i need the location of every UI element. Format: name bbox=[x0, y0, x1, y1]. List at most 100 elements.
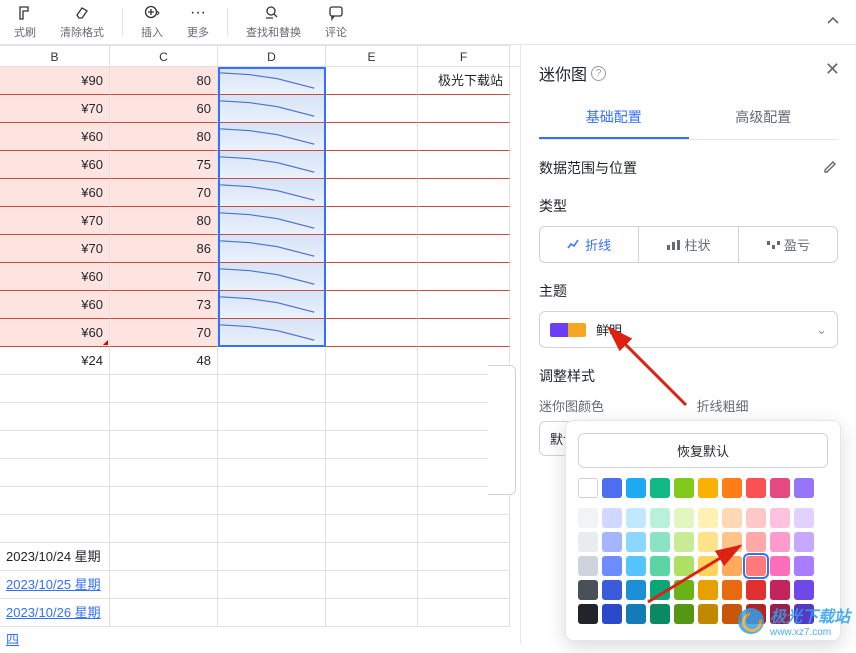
help-icon[interactable]: ? bbox=[591, 66, 606, 81]
color-swatch[interactable] bbox=[602, 556, 622, 576]
table-row[interactable]: ¥7086 bbox=[0, 235, 520, 263]
color-swatch[interactable] bbox=[746, 532, 766, 552]
sparkline-cell[interactable] bbox=[218, 151, 326, 179]
cell-c[interactable]: 80 bbox=[110, 207, 218, 235]
sparkline-cell[interactable] bbox=[218, 319, 326, 347]
cell-b[interactable]: ¥70 bbox=[0, 235, 110, 263]
table-row[interactable]: ¥2448 bbox=[0, 347, 520, 375]
reset-default-button[interactable]: 恢复默认 bbox=[578, 433, 828, 468]
cell-f[interactable] bbox=[418, 263, 510, 291]
cell-f[interactable] bbox=[418, 151, 510, 179]
cell-c[interactable]: 73 bbox=[110, 291, 218, 319]
color-swatch[interactable] bbox=[698, 604, 718, 624]
cell-f[interactable]: 极光下载站 bbox=[418, 67, 510, 95]
cell-e[interactable] bbox=[326, 235, 418, 263]
comment-button[interactable]: 评论 bbox=[319, 2, 353, 42]
color-swatch[interactable] bbox=[674, 532, 694, 552]
cell-b[interactable]: ¥60 bbox=[0, 291, 110, 319]
color-swatch[interactable] bbox=[770, 556, 790, 576]
table-row[interactable]: ¥6070 bbox=[0, 179, 520, 207]
color-swatch[interactable] bbox=[746, 478, 766, 498]
col-header-c[interactable]: C bbox=[110, 45, 218, 66]
color-swatch[interactable] bbox=[770, 580, 790, 600]
color-swatch[interactable] bbox=[794, 532, 814, 552]
color-swatch[interactable] bbox=[626, 532, 646, 552]
cell-f[interactable] bbox=[418, 95, 510, 123]
cell-e[interactable] bbox=[326, 263, 418, 291]
color-swatch[interactable] bbox=[722, 580, 742, 600]
table-row[interactable] bbox=[0, 487, 520, 515]
sparkline-cell[interactable] bbox=[218, 263, 326, 291]
cell-b[interactable]: ¥60 bbox=[0, 179, 110, 207]
table-row[interactable]: ¥7060 bbox=[0, 95, 520, 123]
color-swatch[interactable] bbox=[650, 580, 670, 600]
tab-basic[interactable]: 基础配置 bbox=[539, 97, 689, 139]
table-row[interactable]: ¥6075 bbox=[0, 151, 520, 179]
cell-e[interactable] bbox=[326, 123, 418, 151]
color-swatch[interactable] bbox=[722, 478, 742, 498]
date-cell[interactable]: 2023/10/24 星期二 bbox=[0, 543, 110, 571]
color-swatch[interactable] bbox=[650, 604, 670, 624]
close-panel-button[interactable]: ✕ bbox=[825, 59, 840, 80]
spreadsheet[interactable]: B C D E F ¥9080极光下载站¥7060¥6080¥6075¥6070… bbox=[0, 45, 520, 644]
color-swatch[interactable] bbox=[722, 532, 742, 552]
format-brush-button[interactable]: 式刷 bbox=[8, 2, 42, 42]
cell-b[interactable]: ¥90 bbox=[0, 67, 110, 95]
cell-e[interactable] bbox=[326, 179, 418, 207]
table-row[interactable] bbox=[0, 515, 520, 543]
sparkline-cell[interactable] bbox=[218, 291, 326, 319]
table-row[interactable]: ¥6070 bbox=[0, 263, 520, 291]
cell-f[interactable] bbox=[418, 179, 510, 207]
cell-b[interactable]: ¥60 bbox=[0, 319, 110, 347]
table-row[interactable] bbox=[0, 431, 520, 459]
color-swatch[interactable] bbox=[578, 508, 598, 528]
color-swatch[interactable] bbox=[602, 580, 622, 600]
cell-e[interactable] bbox=[326, 319, 418, 347]
color-swatch[interactable] bbox=[626, 478, 646, 498]
table-row[interactable]: ¥7080 bbox=[0, 207, 520, 235]
cell-b[interactable]: ¥60 bbox=[0, 151, 110, 179]
cell-e[interactable] bbox=[326, 347, 418, 375]
date-cell[interactable]: 2023/10/26 星期四 bbox=[0, 599, 110, 627]
color-swatch[interactable] bbox=[578, 604, 598, 624]
color-swatch[interactable] bbox=[698, 508, 718, 528]
color-swatch[interactable] bbox=[602, 508, 622, 528]
cell-f[interactable] bbox=[418, 235, 510, 263]
color-swatch[interactable] bbox=[674, 604, 694, 624]
collapse-toolbar-button[interactable] bbox=[818, 9, 848, 36]
cell-d[interactable] bbox=[218, 347, 326, 375]
find-replace-button[interactable]: 查找和替换 bbox=[240, 2, 307, 42]
sparkline-cell[interactable] bbox=[218, 207, 326, 235]
insert-button[interactable]: 插入 bbox=[135, 2, 169, 42]
cell-c[interactable]: 70 bbox=[110, 263, 218, 291]
color-swatch[interactable] bbox=[698, 556, 718, 576]
color-swatch[interactable] bbox=[794, 580, 814, 600]
cell-b[interactable]: ¥60 bbox=[0, 263, 110, 291]
color-swatch[interactable] bbox=[674, 508, 694, 528]
table-row[interactable] bbox=[0, 459, 520, 487]
type-line-button[interactable]: 折线 bbox=[540, 227, 639, 262]
cell-b[interactable]: ¥60 bbox=[0, 123, 110, 151]
color-swatch[interactable] bbox=[650, 508, 670, 528]
color-swatch[interactable] bbox=[698, 532, 718, 552]
cell-c[interactable]: 80 bbox=[110, 67, 218, 95]
cell-c[interactable]: 86 bbox=[110, 235, 218, 263]
color-swatch[interactable] bbox=[626, 508, 646, 528]
col-header-f[interactable]: F bbox=[418, 45, 510, 66]
table-row[interactable]: 2023/10/26 星期四 bbox=[0, 599, 520, 627]
color-swatch[interactable] bbox=[650, 532, 670, 552]
cell-c[interactable]: 60 bbox=[110, 95, 218, 123]
color-swatch[interactable] bbox=[578, 478, 598, 498]
color-swatch[interactable] bbox=[674, 556, 694, 576]
color-swatch[interactable] bbox=[794, 556, 814, 576]
floating-widget[interactable] bbox=[488, 365, 516, 495]
table-row[interactable]: ¥6073 bbox=[0, 291, 520, 319]
color-swatch[interactable] bbox=[626, 556, 646, 576]
color-swatch[interactable] bbox=[746, 556, 766, 576]
color-swatch[interactable] bbox=[722, 556, 742, 576]
cell-b[interactable]: ¥70 bbox=[0, 95, 110, 123]
color-swatch[interactable] bbox=[602, 604, 622, 624]
cell-c[interactable]: 75 bbox=[110, 151, 218, 179]
sparkline-cell[interactable] bbox=[218, 179, 326, 207]
theme-dropdown[interactable]: 鲜明 ⌄ bbox=[539, 311, 838, 348]
